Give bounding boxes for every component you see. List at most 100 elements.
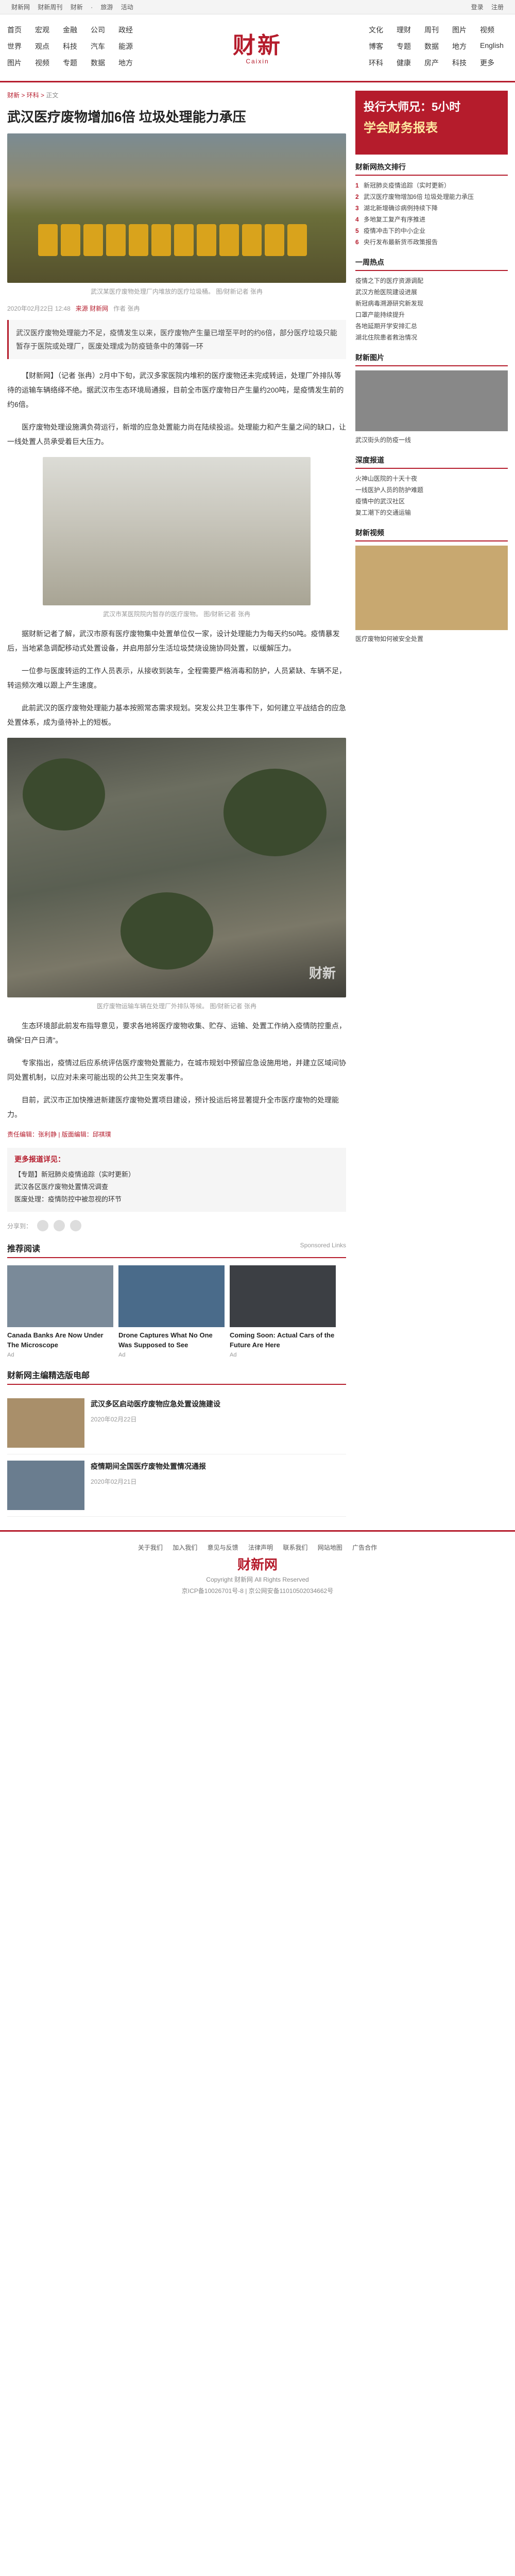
video-thumb[interactable] (355, 546, 508, 630)
nav-item[interactable]: 周刊 (424, 25, 452, 35)
nav-item[interactable]: 图片 (7, 58, 35, 68)
nav-item[interactable]: 宏观 (35, 25, 63, 35)
top-link[interactable]: 活动 (121, 4, 133, 11)
login-link[interactable]: 登录 (471, 4, 484, 11)
related-card[interactable]: Drone Captures What No One Was Supposed … (118, 1265, 225, 1358)
news-row[interactable]: 疫情期间全国医疗废物处置情况通报 2020年02月21日 (7, 1454, 346, 1517)
author-label: 作者 张冉 (113, 305, 140, 312)
rank-number: 1 (355, 182, 359, 189)
related-card[interactable]: Canada Banks Are Now Under The Microscop… (7, 1265, 113, 1358)
hot-item[interactable]: 2 武汉医疗废物增加6倍 垃圾处理能力承压 (355, 191, 508, 202)
card-image (7, 1265, 113, 1327)
wechat-icon[interactable] (37, 1220, 49, 1231)
paragraph: 专家指出，疫情过后应系统评估医疗废物处置能力，在城市规划中预留应急设施用地，并建… (7, 1059, 346, 1081)
nav-item[interactable]: 首页 (7, 25, 35, 35)
nav-item[interactable]: 专题 (63, 58, 91, 68)
nav-item[interactable]: 金融 (63, 25, 91, 35)
nav-item[interactable]: 地方 (452, 41, 480, 52)
footer-link[interactable]: 法律声明 (248, 1544, 273, 1551)
hot-item[interactable]: 3 湖北新增确诊病例持续下降 (355, 202, 508, 214)
nav-item[interactable]: 环科 (369, 58, 397, 68)
site-logo[interactable]: 财新 Caixin (227, 27, 288, 65)
footer-link[interactable]: 网站地图 (318, 1544, 342, 1551)
deep-item[interactable]: 火神山医院的十天十夜 (355, 473, 508, 484)
nav-item[interactable]: 房产 (424, 58, 452, 68)
nav-item[interactable]: 博客 (369, 41, 397, 52)
sidebar-photo[interactable] (355, 370, 508, 431)
photo-caption: 武汉某医疗废物处理厂内堆放的医疗垃圾桶。 图/财新记者 张冉 (90, 288, 263, 295)
footer-link[interactable]: 联系我们 (283, 1544, 307, 1551)
nav-item[interactable]: 公司 (91, 25, 118, 35)
source-label[interactable]: 来源 财新网 (76, 305, 108, 312)
paragraph: 目前，武汉市正加快推进新建医疗废物处置项目建设，预计投运后将显著提升全市医疗废物… (7, 1096, 339, 1118)
nav-item[interactable]: 科技 (63, 41, 91, 52)
nav-item[interactable]: 视频 (480, 25, 508, 35)
breadcrumb-section[interactable]: 环科 > (27, 92, 46, 99)
sponsored-label: Sponsored Links (300, 1242, 346, 1249)
footer-logo[interactable]: 财新网 (7, 1558, 508, 1572)
nav-item[interactable]: 数据 (424, 41, 452, 52)
article-photo-1 (7, 133, 346, 283)
pic-caption[interactable]: 武汉街头的防疫一线 (355, 434, 508, 446)
rank-number: 2 (355, 193, 359, 200)
card-title: Drone Captures What No One Was Supposed … (118, 1331, 213, 1349)
week-item[interactable]: 口罩产能持续提升 (355, 309, 508, 320)
hot-item[interactable]: 5 疫情冲击下的中小企业 (355, 225, 508, 236)
footer-link[interactable]: 广告合作 (352, 1544, 377, 1551)
top-link[interactable]: 财新 (71, 4, 83, 11)
week-item[interactable]: 武汉方舱医院建设进展 (355, 286, 508, 298)
nav-item[interactable]: 地方 (118, 58, 146, 68)
nav-item[interactable]: 图片 (452, 25, 480, 35)
footer-link[interactable]: 意见与反馈 (208, 1544, 238, 1551)
weibo-icon[interactable] (54, 1220, 65, 1231)
top-link[interactable]: 财新网 (11, 4, 30, 11)
qq-icon[interactable] (70, 1220, 82, 1231)
week-list: 一周热点 疫情之下的医疗资源调配 武汉方舱医院建设进展 新冠病毒溯源研究新发现 … (355, 257, 508, 343)
week-list-title-text: 一周热点 (355, 258, 384, 266)
week-item[interactable]: 湖北住院患者救治情况 (355, 332, 508, 343)
nav-item[interactable]: 观点 (35, 41, 63, 52)
hot-item[interactable]: 4 多地复工复产有序推进 (355, 214, 508, 225)
nav-item[interactable]: 汽车 (91, 41, 118, 52)
nav-item[interactable]: 科技 (452, 58, 480, 68)
nav-item[interactable]: English (480, 41, 508, 52)
footer-link[interactable]: 加入我们 (173, 1544, 197, 1551)
nav-item[interactable]: 能源 (118, 41, 146, 52)
nav-item[interactable]: 世界 (7, 41, 35, 52)
video-caption[interactable]: 医疗废物如何被安全处置 (355, 633, 508, 645)
hot-list: 财新网热文排行 1 新冠肺炎疫情追踪（实时更新） 2 武汉医疗废物增加6倍 垃圾处理… (355, 162, 508, 248)
nav-item[interactable]: 文化 (369, 25, 397, 35)
more-report-link[interactable]: 武汉各区医疗废物处置情况调查 (14, 1181, 339, 1193)
card-source: Ad (230, 1352, 237, 1358)
nav-item[interactable]: 专题 (397, 41, 424, 52)
hot-item[interactable]: 6 央行发布最新货币政策报告 (355, 236, 508, 248)
week-item[interactable]: 新冠病毒溯源研究新发现 (355, 298, 508, 309)
nav-item[interactable]: 政经 (118, 25, 146, 35)
week-item[interactable]: 疫情之下的医疗资源调配 (355, 275, 508, 286)
footer-link[interactable]: 关于我们 (138, 1544, 163, 1551)
latest-title: 财新网主编精选版电邮 (7, 1371, 90, 1380)
deep-item[interactable]: 复工潮下的交通运输 (355, 507, 508, 518)
nav-item[interactable]: 健康 (397, 58, 424, 68)
week-item[interactable]: 各地延期开学安排汇总 (355, 320, 508, 332)
news-row[interactable]: 武汉多区启动医疗废物应急处置设施建设 2020年02月22日 (7, 1392, 346, 1454)
register-link[interactable]: 注册 (491, 4, 504, 11)
article-photo-3: 财新 (7, 738, 346, 997)
paragraph: 据财新记者了解，武汉市原有医疗废物集中处置单位仅一家，设计处理能力为每天约50吨… (7, 630, 340, 652)
breadcrumb-home[interactable]: 财新 > (7, 92, 27, 99)
week-list-title: 一周热点 (355, 257, 508, 271)
nav-item[interactable]: 数据 (91, 58, 118, 68)
hot-item[interactable]: 1 新冠肺炎疫情追踪（实时更新） (355, 180, 508, 191)
nav-item[interactable]: 更多 (480, 58, 508, 68)
related-card[interactable]: Coming Soon: Actual Cars of the Future A… (230, 1265, 336, 1358)
more-report-link[interactable]: 医废处理：疫情防控中被忽视的环节 (14, 1193, 339, 1206)
top-link[interactable]: 旅游 (100, 4, 113, 11)
top-link[interactable]: 财新周刊 (38, 4, 62, 11)
nav-item[interactable]: 理财 (397, 25, 424, 35)
deep-item[interactable]: 疫情中的武汉社区 (355, 496, 508, 507)
hot-item-text: 疫情冲击下的中小企业 (364, 227, 426, 234)
nav-item[interactable]: 视频 (35, 58, 63, 68)
more-report-link[interactable]: 【专题】新冠肺炎疫情追踪（实时更新） (14, 1168, 339, 1181)
sidebar-ad[interactable]: 投行大师兄：5小时 学会财务报表 (355, 91, 508, 155)
deep-item[interactable]: 一线医护人员的防护难题 (355, 484, 508, 496)
